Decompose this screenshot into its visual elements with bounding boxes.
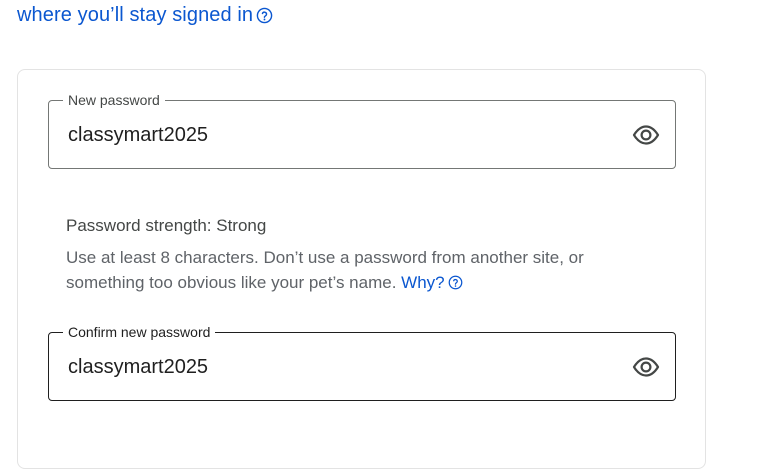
password-hint-text: Use at least 8 characters. Don’t use a p… — [66, 248, 584, 292]
why-help-icon[interactable] — [448, 275, 463, 290]
signed-in-devices-link[interactable]: where you’ll stay signed in — [17, 2, 273, 28]
new-password-label: New password — [63, 91, 165, 109]
confirm-password-field[interactable]: Confirm new password classymart2025 — [48, 323, 676, 401]
why-link[interactable]: Why? — [401, 273, 463, 292]
help-icon[interactable] — [256, 7, 273, 24]
why-link-label: Why? — [401, 273, 445, 292]
password-hint: Use at least 8 characters. Don’t use a p… — [66, 245, 666, 295]
show-password-eye-icon[interactable] — [631, 121, 661, 149]
new-password-input[interactable]: classymart2025 — [68, 121, 208, 149]
show-confirm-password-eye-icon[interactable] — [631, 353, 661, 381]
signed-in-devices-link-text: where you’ll stay signed in — [17, 3, 254, 26]
confirm-password-label: Confirm new password — [63, 323, 216, 341]
password-strength-text: Password strength: Strong — [66, 216, 267, 235]
new-password-field[interactable]: New password classymart2025 — [48, 91, 676, 169]
confirm-password-input[interactable]: classymart2025 — [68, 353, 208, 381]
